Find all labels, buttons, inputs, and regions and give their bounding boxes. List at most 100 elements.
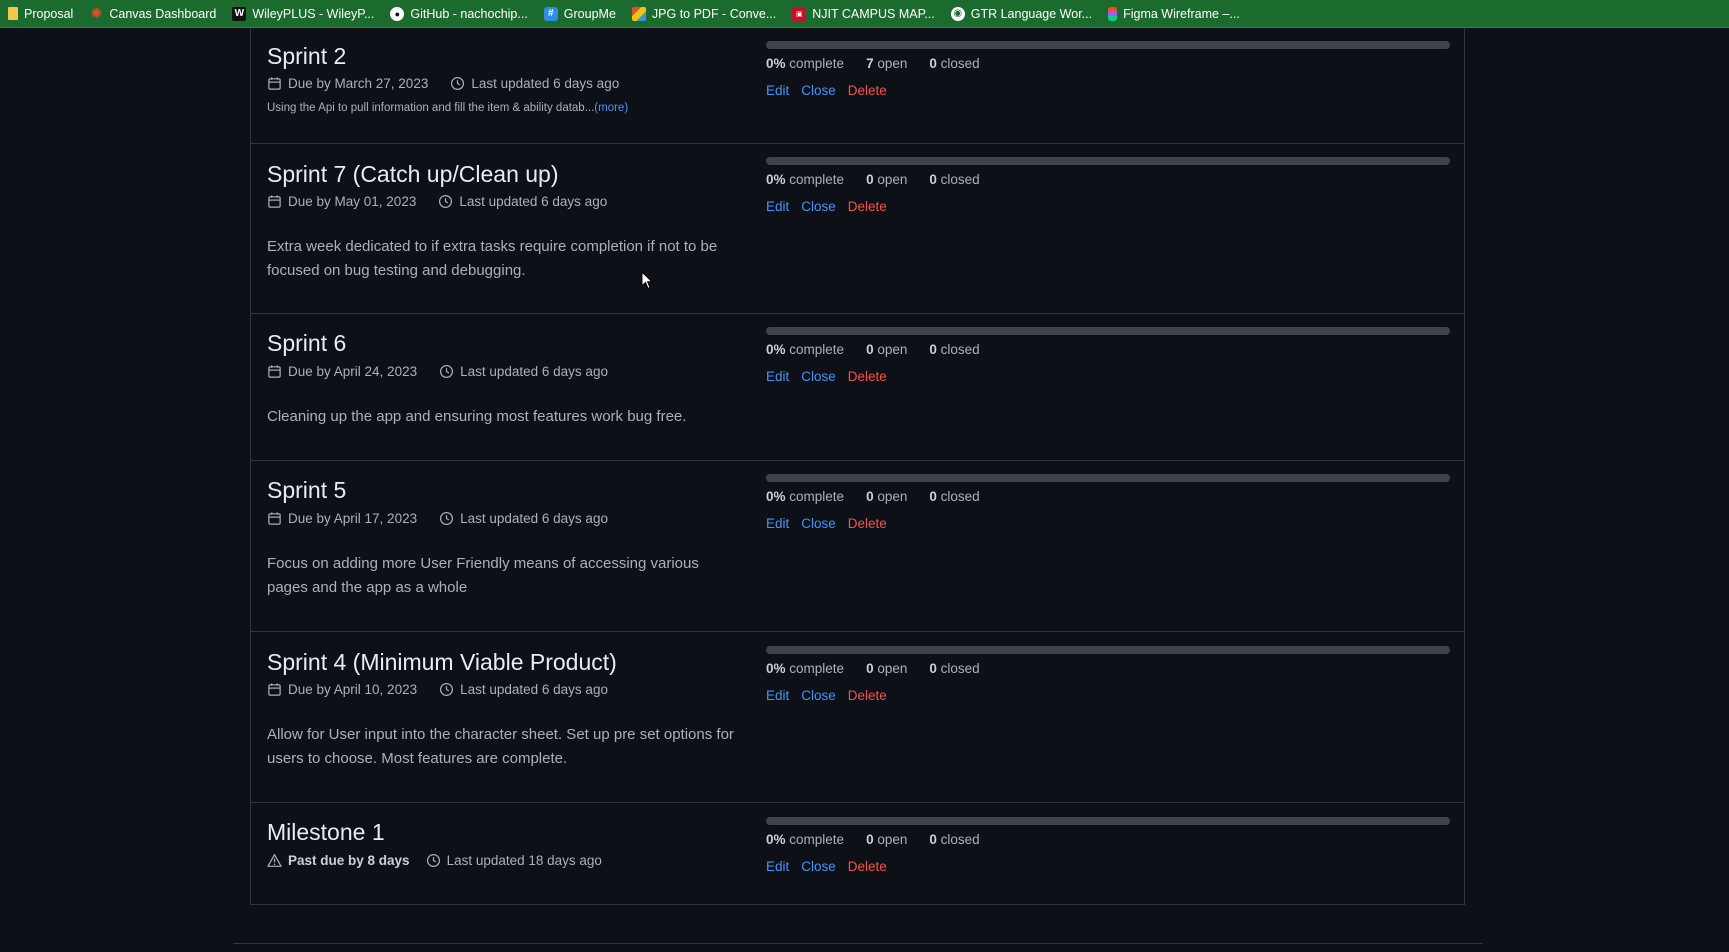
alert-icon — [267, 854, 282, 867]
closed-stat[interactable]: 0 closed — [929, 172, 979, 187]
milestone-description: Extra week dedicated to if extra tasks r… — [267, 238, 718, 279]
bookmark-label: Canvas Dashboard — [109, 6, 217, 21]
njit-icon: ▣ — [792, 6, 807, 21]
bookmark-label: WileyPLUS - WileyP... — [252, 6, 375, 21]
close-link[interactable]: Close — [801, 516, 836, 531]
delete-link[interactable]: Delete — [848, 688, 887, 703]
open-stat[interactable]: 0 open — [866, 489, 907, 504]
delete-link[interactable]: Delete — [848, 369, 887, 384]
milestone-row: Sprint 5 Due by April 17, 2023 Last upda… — [251, 460, 1464, 632]
open-stat[interactable]: 0 open — [866, 661, 907, 676]
edit-link[interactable]: Edit — [766, 199, 789, 214]
milestone-updated: Last updated 6 days ago — [460, 682, 608, 697]
open-stat[interactable]: 0 open — [866, 342, 907, 357]
bookmark-label: GitHub - nachochip... — [410, 6, 528, 21]
milestone-list: Sprint 2 Due by March 27, 2023 Last upda… — [250, 28, 1465, 905]
milestone-description: Allow for User input into the character … — [267, 726, 734, 767]
milestone-due: Due by May 01, 2023 — [288, 194, 417, 209]
bookmark-label: Figma Wireframe –... — [1123, 6, 1240, 21]
calendar-icon — [268, 195, 281, 208]
clock-icon — [440, 364, 454, 379]
close-link[interactable]: Close — [801, 369, 836, 384]
milestone-updated: Last updated 6 days ago — [460, 511, 608, 526]
bookmark-groupme[interactable]: # GroupMe — [536, 0, 624, 27]
bookmark-label: Proposal — [24, 6, 74, 21]
milestone-row: Sprint 2 Due by March 27, 2023 Last upda… — [251, 28, 1464, 144]
milestone-description: Using the Api to pull information and fi… — [267, 102, 629, 114]
progress-bar — [766, 474, 1450, 482]
complete-stat: 0% complete — [766, 172, 845, 187]
milestone-row: Sprint 4 (Minimum Viable Product) Due by… — [251, 631, 1464, 803]
bookmark-figma[interactable]: Figma Wireframe –... — [1100, 0, 1248, 27]
jpg-to-pdf-icon — [631, 6, 646, 21]
clock-icon — [426, 853, 440, 868]
bookmark-njit-map[interactable]: ▣ NJIT CAMPUS MAP... — [784, 0, 942, 27]
open-stat[interactable]: 7 open — [866, 56, 907, 71]
edit-link[interactable]: Edit — [766, 83, 789, 98]
complete-stat: 0% complete — [766, 342, 845, 357]
bookmark-wileyplus[interactable]: W WileyPLUS - WileyP... — [224, 0, 382, 27]
globe-icon: ◉ — [950, 6, 965, 21]
clock-icon — [439, 194, 453, 209]
calendar-icon — [268, 77, 281, 90]
bookmark-label: NJIT CAMPUS MAP... — [812, 6, 935, 21]
closed-stat[interactable]: 0 closed — [929, 661, 979, 676]
milestone-description: Cleaning up the app and ensuring most fe… — [267, 408, 687, 425]
milestone-title[interactable]: Sprint 4 (Minimum Viable Product) — [267, 649, 617, 676]
closed-stat[interactable]: 0 closed — [929, 832, 979, 847]
progress-bar — [766, 41, 1450, 49]
close-link[interactable]: Close — [801, 83, 836, 98]
bookmark-gtr[interactable]: ◉ GTR Language Wor... — [943, 0, 1100, 27]
edit-link[interactable]: Edit — [766, 859, 789, 874]
delete-link[interactable]: Delete — [848, 199, 887, 214]
milestone-description: Focus on adding more User Friendly means… — [267, 555, 699, 596]
bookmark-github[interactable]: ● GitHub - nachochip... — [382, 0, 535, 27]
bookmarks-bar: Proposal ✺ Canvas Dashboard W WileyPLUS … — [0, 0, 1729, 28]
edit-link[interactable]: Edit — [766, 369, 789, 384]
milestone-due: Due by April 24, 2023 — [288, 364, 418, 379]
milestone-due: Past due by 8 days — [288, 853, 410, 868]
bookmark-canvas-dashboard[interactable]: ✺ Canvas Dashboard — [81, 0, 224, 27]
delete-link[interactable]: Delete — [848, 516, 887, 531]
complete-stat: 0% complete — [766, 661, 845, 676]
open-stat[interactable]: 0 open — [866, 832, 907, 847]
milestone-updated: Last updated 6 days ago — [459, 194, 608, 209]
milestone-title[interactable]: Sprint 7 (Catch up/Clean up) — [267, 161, 559, 188]
milestone-due: Due by April 17, 2023 — [288, 511, 418, 526]
milestone-title[interactable]: Milestone 1 — [267, 819, 385, 846]
delete-link[interactable]: Delete — [848, 83, 887, 98]
closed-stat[interactable]: 0 closed — [929, 56, 979, 71]
close-link[interactable]: Close — [801, 199, 836, 214]
progress-bar — [766, 157, 1450, 165]
closed-stat[interactable]: 0 closed — [929, 489, 979, 504]
milestone-updated: Last updated 18 days ago — [446, 853, 602, 868]
milestone-row: Sprint 6 Due by April 24, 2023 Last upda… — [251, 313, 1464, 461]
bookmark-label: GroupMe — [563, 6, 616, 21]
calendar-icon — [268, 683, 281, 696]
milestone-due: Due by April 10, 2023 — [288, 682, 418, 697]
complete-stat: 0% complete — [766, 56, 845, 71]
bookmark-jpg-to-pdf[interactable]: JPG to PDF - Conve... — [624, 0, 784, 27]
mouse-cursor-icon — [641, 271, 653, 290]
clock-icon — [440, 511, 454, 526]
bookmark-label: GTR Language Wor... — [970, 6, 1093, 21]
clock-icon — [451, 76, 465, 91]
edit-link[interactable]: Edit — [766, 688, 789, 703]
open-stat[interactable]: 0 open — [866, 172, 907, 187]
calendar-icon — [268, 512, 281, 525]
github-icon: ● — [390, 6, 405, 21]
milestone-updated: Last updated 6 days ago — [460, 364, 608, 379]
wiley-icon: W — [232, 6, 247, 21]
bookmark-proposal[interactable]: Proposal — [0, 0, 81, 27]
milestone-title[interactable]: Sprint 6 — [267, 330, 346, 357]
close-link[interactable]: Close — [801, 859, 836, 874]
delete-link[interactable]: Delete — [848, 859, 887, 874]
close-link[interactable]: Close — [801, 688, 836, 703]
milestone-title[interactable]: Sprint 5 — [267, 477, 346, 504]
milestone-title[interactable]: Sprint 2 — [267, 43, 346, 70]
more-link[interactable]: (more) — [594, 102, 628, 114]
complete-stat: 0% complete — [766, 489, 845, 504]
progress-bar — [766, 327, 1450, 335]
closed-stat[interactable]: 0 closed — [929, 342, 979, 357]
edit-link[interactable]: Edit — [766, 516, 789, 531]
